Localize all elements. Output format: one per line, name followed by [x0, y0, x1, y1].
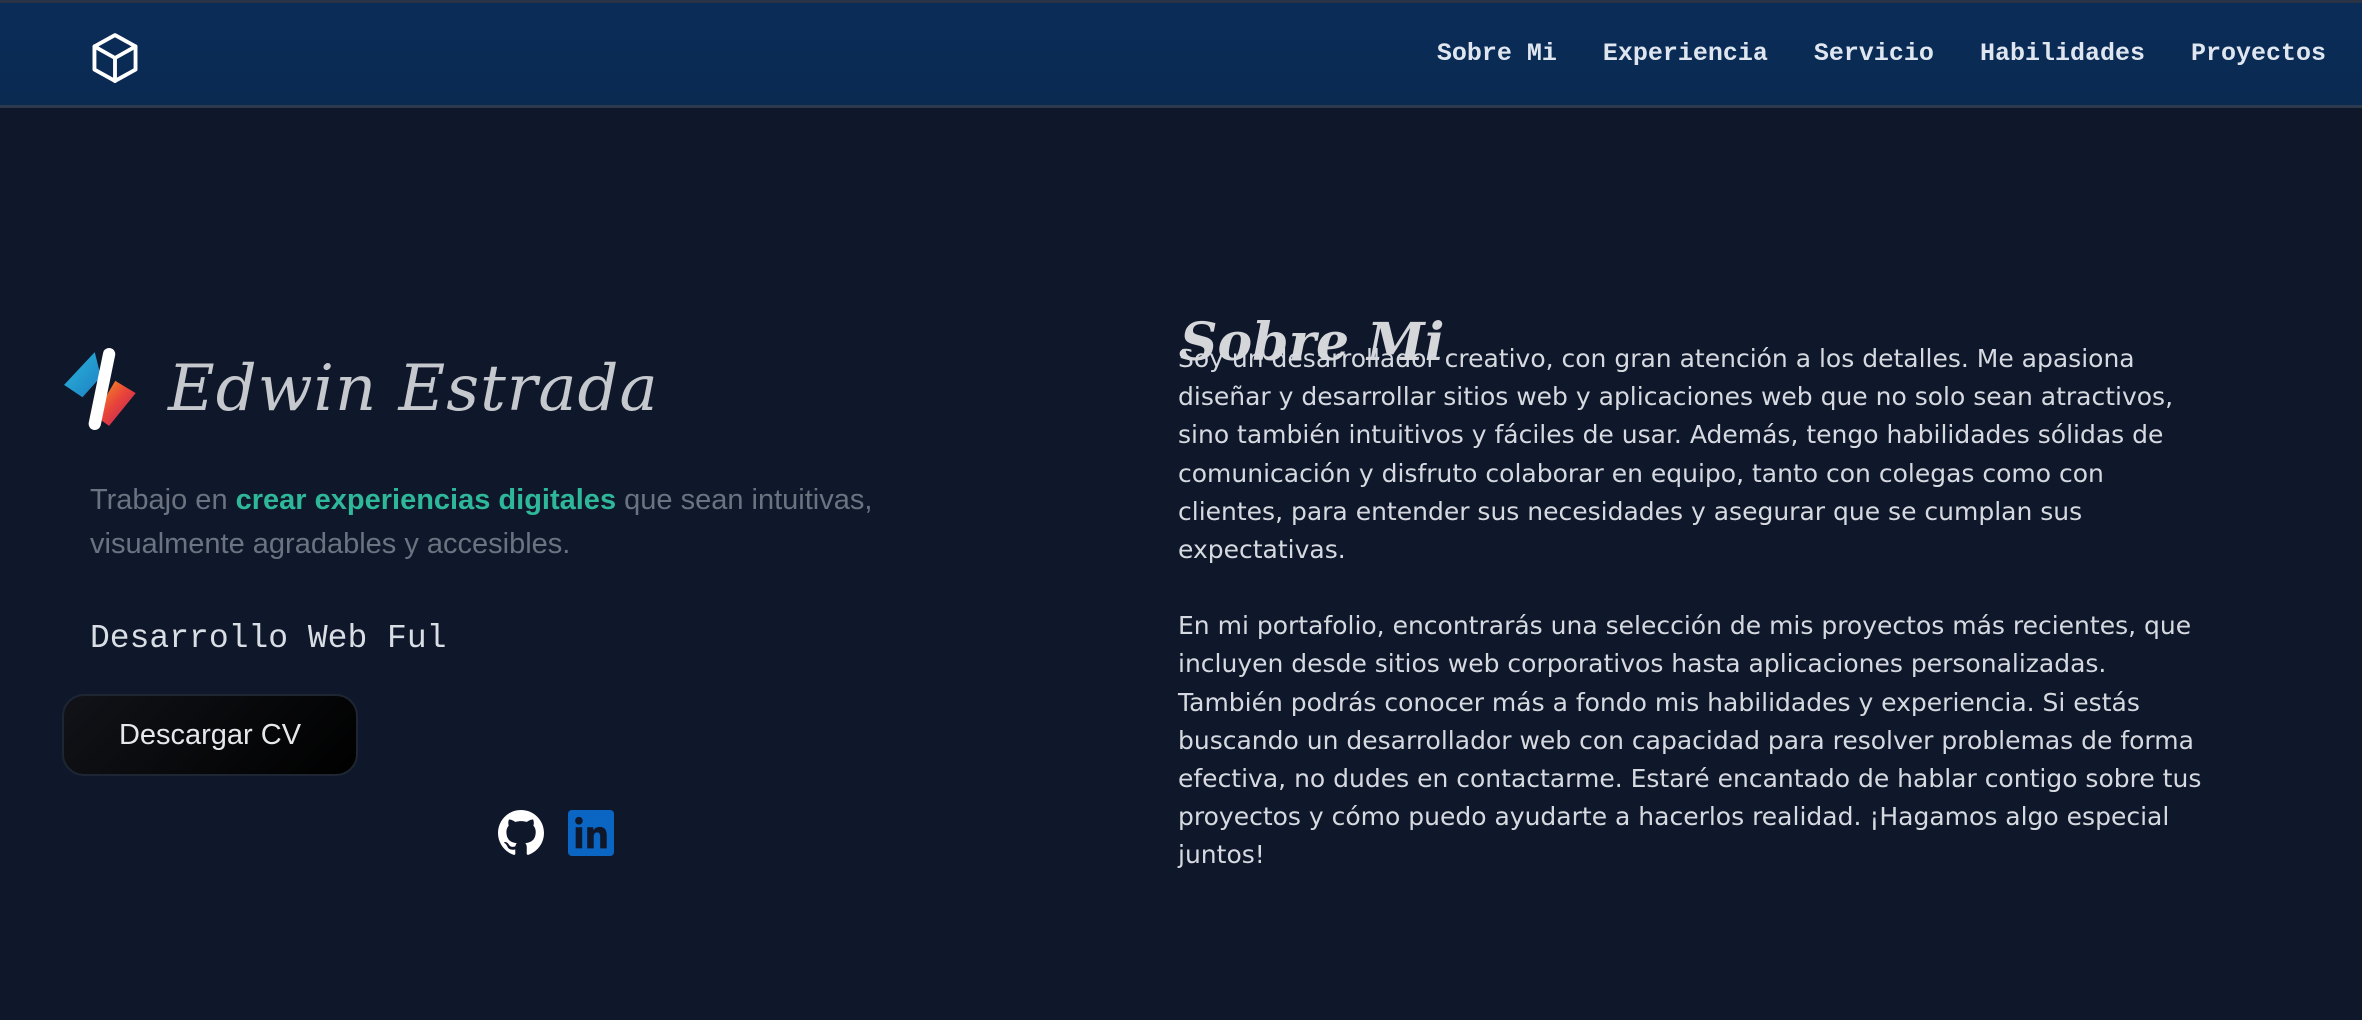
cube-icon[interactable]	[86, 29, 144, 87]
nav-proyectos[interactable]: Proyectos	[2191, 39, 2326, 68]
tagline: Trabajo en crear experiencias digitales …	[90, 478, 990, 566]
nav-habilidades[interactable]: Habilidades	[1980, 39, 2145, 68]
download-cv-button[interactable]: Descargar CV	[62, 694, 358, 776]
brand: Edwin Estrada	[64, 346, 659, 432]
nav-sobre-mi[interactable]: Sobre Mi	[1437, 39, 1557, 68]
social-links	[498, 810, 614, 856]
about-paragraph-1: Soy un desarrollador creativo, con gran …	[1178, 344, 2174, 565]
nav-servicio[interactable]: Servicio	[1814, 39, 1934, 68]
github-icon[interactable]	[498, 810, 544, 856]
tagline-prefix: Trabajo en	[90, 484, 236, 516]
about-text: Soy un desarrollador creativo, con gran …	[1178, 340, 2208, 913]
linkedin-icon[interactable]	[568, 810, 614, 856]
top-navbar: Sobre Mi Experiencia Servicio Habilidade…	[0, 0, 2362, 108]
developer-name: Edwin Estrada	[168, 352, 659, 426]
code-slash-logo-icon	[64, 348, 136, 430]
main-content: Edwin Estrada Trabajo en crear experienc…	[0, 108, 2362, 1020]
nav-experiencia[interactable]: Experiencia	[1603, 39, 1768, 68]
typed-role-text: Desarrollo Web Ful	[90, 620, 447, 657]
about-paragraph-2: En mi portafolio, encontrarás una selecc…	[1178, 611, 2202, 870]
main-nav: Sobre Mi Experiencia Servicio Habilidade…	[1437, 39, 2326, 68]
tagline-highlight: crear experiencias digitales	[235, 484, 617, 516]
